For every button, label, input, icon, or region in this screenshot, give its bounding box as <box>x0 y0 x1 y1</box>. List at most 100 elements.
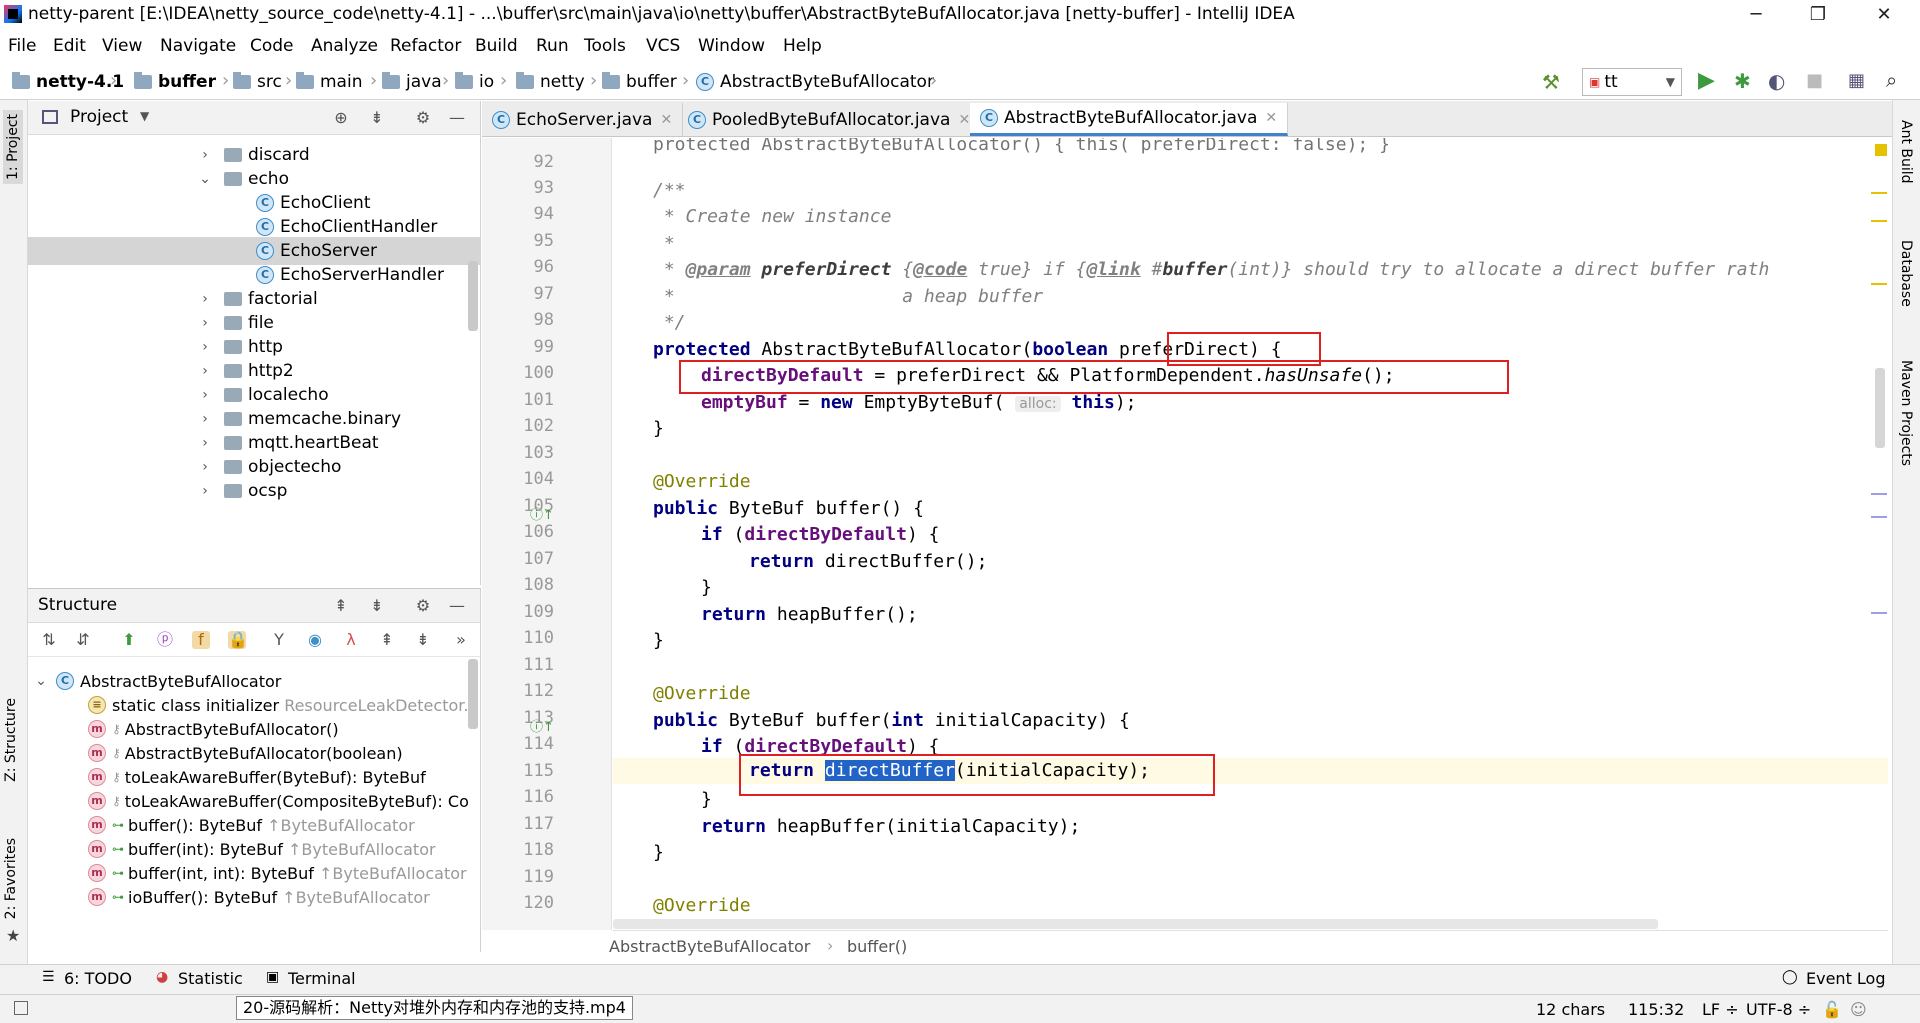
gear-icon[interactable]: ⚙ <box>414 109 432 127</box>
collapse-icon[interactable]: ⇟ <box>414 631 432 649</box>
show-properties-icon[interactable]: ⓟ <box>156 631 174 649</box>
search-icon[interactable]: ⌕ <box>1886 68 1897 92</box>
chevron-down-icon[interactable]: ▼ <box>140 109 149 123</box>
show-fields-icon[interactable]: f <box>192 631 210 649</box>
override-marker-icon[interactable]: ⓘ↑ <box>530 716 554 735</box>
stripe-mark[interactable] <box>1871 283 1887 285</box>
ant-build-tool-tab[interactable]: Ant Build <box>1898 120 1914 184</box>
todo-tool-button[interactable]: 6: TODO <box>64 969 132 988</box>
structure-item[interactable]: m ⊶ ioBuffer(): ByteBuf ↑ByteBufAllocator <box>88 883 430 911</box>
close-button[interactable]: ✕ <box>1856 0 1912 30</box>
crumb-src[interactable]: src <box>233 70 282 94</box>
analysis-status-icon[interactable] <box>1875 144 1887 156</box>
menu-navigate[interactable]: Navigate <box>160 36 236 56</box>
stripe-mark[interactable] <box>1871 516 1887 518</box>
stripe-mark[interactable] <box>1871 192 1887 194</box>
build-hammer-icon[interactable]: ⚒ <box>1542 70 1560 94</box>
run-config-select[interactable]: ▣ tt ▼ <box>1582 68 1682 96</box>
crumb-java[interactable]: java <box>382 70 442 94</box>
event-log-tool-button[interactable]: Event Log <box>1806 969 1886 988</box>
menu-vcs[interactable]: VCS <box>646 36 680 56</box>
close-tab-icon[interactable]: ✕ <box>1265 110 1277 126</box>
project-structure-icon[interactable]: ▦ <box>1848 70 1865 91</box>
stop-icon[interactable]: ■ <box>1806 70 1823 91</box>
key-icon: ⚷ <box>112 770 121 784</box>
crumb-main[interactable]: main <box>296 70 362 94</box>
structure-tool-tab[interactable]: Z: Structure <box>3 698 19 782</box>
menu-run[interactable]: Run <box>536 36 569 56</box>
tab-pooledbytebufallocator[interactable]: C PooledByteBufAllocator.java ✕ <box>678 103 982 136</box>
maven-projects-tool-tab[interactable]: Maven Projects <box>1898 360 1914 466</box>
expand-all-icon[interactable]: ⇞ <box>332 597 350 615</box>
run-icon[interactable]: ▶ <box>1698 68 1715 93</box>
project-tool-tab[interactable]: 1: Project <box>3 110 23 184</box>
close-tab-icon[interactable]: ✕ <box>958 112 970 128</box>
breadcrumb-class[interactable]: AbstractByteBufAllocator <box>609 937 810 956</box>
menu-view[interactable]: View <box>102 36 142 56</box>
database-tool-tab[interactable]: Database <box>1898 240 1914 307</box>
gear-icon[interactable]: ⚙ <box>414 597 432 615</box>
crumb-io[interactable]: io <box>455 70 494 94</box>
line-separator[interactable]: LF ÷ <box>1702 1000 1739 1019</box>
tab-echoserver[interactable]: C EchoServer.java ✕ <box>482 103 684 136</box>
hide-panel-icon[interactable]: — <box>448 597 466 615</box>
menu-window[interactable]: Window <box>698 36 765 56</box>
horizontal-scrollbar[interactable] <box>613 919 1658 929</box>
show-lambdas-icon[interactable]: ◉ <box>306 631 324 649</box>
crumb-buffer-package[interactable]: buffer <box>602 70 677 94</box>
minimize-button[interactable]: ─ <box>1728 0 1784 30</box>
menu-help[interactable]: Help <box>783 36 822 56</box>
file-encoding[interactable]: UTF-8 ÷ <box>1746 1000 1811 1019</box>
breadcrumb-method[interactable]: buffer() <box>847 937 907 956</box>
collapse-all-icon[interactable]: ⇟ <box>368 109 386 127</box>
show-anonymous-icon[interactable]: Y <box>270 631 288 649</box>
sort-alpha-icon[interactable]: ⇅ <box>40 631 58 649</box>
crumb-buffer-module[interactable]: buffer <box>134 70 216 94</box>
more-icon[interactable]: » <box>452 631 470 649</box>
expand-icon[interactable]: ⇞ <box>378 631 396 649</box>
menu-file[interactable]: File <box>8 36 36 56</box>
caret-position[interactable]: 115:32 <box>1628 1000 1684 1019</box>
code-editor[interactable]: protected AbstractByteBufAllocator() { t… <box>613 138 1888 930</box>
stripe-mark[interactable] <box>1871 220 1887 222</box>
coverage-icon[interactable]: ◐ <box>1768 69 1785 93</box>
hide-panel-icon[interactable]: — <box>448 109 466 127</box>
tab-abstractbytebufallocator[interactable]: C AbstractByteBufAllocator.java ✕ <box>970 103 1289 136</box>
hector-icon[interactable]: ☺ <box>1850 1000 1867 1019</box>
statistic-tool-button[interactable]: Statistic <box>178 969 243 988</box>
structure-scrollbar[interactable] <box>468 659 478 729</box>
line-number: 116 <box>523 787 554 807</box>
menu-tools[interactable]: Tools <box>584 36 626 56</box>
menu-analyze[interactable]: Analyze <box>311 36 378 56</box>
menu-edit[interactable]: Edit <box>53 36 86 56</box>
menu-code[interactable]: Code <box>250 36 294 56</box>
locate-icon[interactable]: ⊕ <box>332 109 350 127</box>
project-scrollbar[interactable] <box>468 261 478 331</box>
lock-icon[interactable]: 🔓 <box>1822 1000 1842 1019</box>
lambda-icon[interactable]: λ <box>342 631 360 649</box>
project-panel-title[interactable]: Project <box>70 107 128 127</box>
line-number: 104 <box>523 469 554 489</box>
close-tab-icon[interactable]: ✕ <box>660 112 672 128</box>
toggle-tool-windows-icon[interactable] <box>14 1001 28 1015</box>
show-inherited-icon[interactable]: ⬆ <box>120 631 138 649</box>
override-marker-icon[interactable]: ⓘ↑ <box>530 504 554 523</box>
crumb-class[interactable]: C AbstractByteBufAllocator <box>696 70 934 94</box>
debug-icon[interactable]: ✱ <box>1734 69 1751 93</box>
favorites-tool-tab[interactable]: 2: Favorites <box>3 838 19 919</box>
menu-refactor[interactable]: Refactor <box>390 36 461 56</box>
collapse-all-icon[interactable]: ⇟ <box>368 597 386 615</box>
show-non-public-icon[interactable]: 🔒 <box>228 631 248 649</box>
terminal-tool-button[interactable]: Terminal <box>288 969 356 988</box>
crumb-netty[interactable]: netty <box>516 70 585 94</box>
editor-scrollbar[interactable] <box>1875 368 1885 448</box>
menu-build[interactable]: Build <box>475 36 518 56</box>
abstract-class-icon: C <box>56 672 74 690</box>
stripe-mark[interactable] <box>1871 612 1887 614</box>
tree-item-ocsp[interactable]: › ocsp <box>198 477 287 505</box>
crumb-netty-4-1[interactable]: netty-4.1 <box>12 70 124 94</box>
stripe-mark[interactable] <box>1871 493 1887 495</box>
restore-button[interactable]: ❐ <box>1790 0 1846 30</box>
sort-visibility-icon[interactable]: ⇵ <box>74 631 92 649</box>
code-text: ) { <box>906 524 940 545</box>
